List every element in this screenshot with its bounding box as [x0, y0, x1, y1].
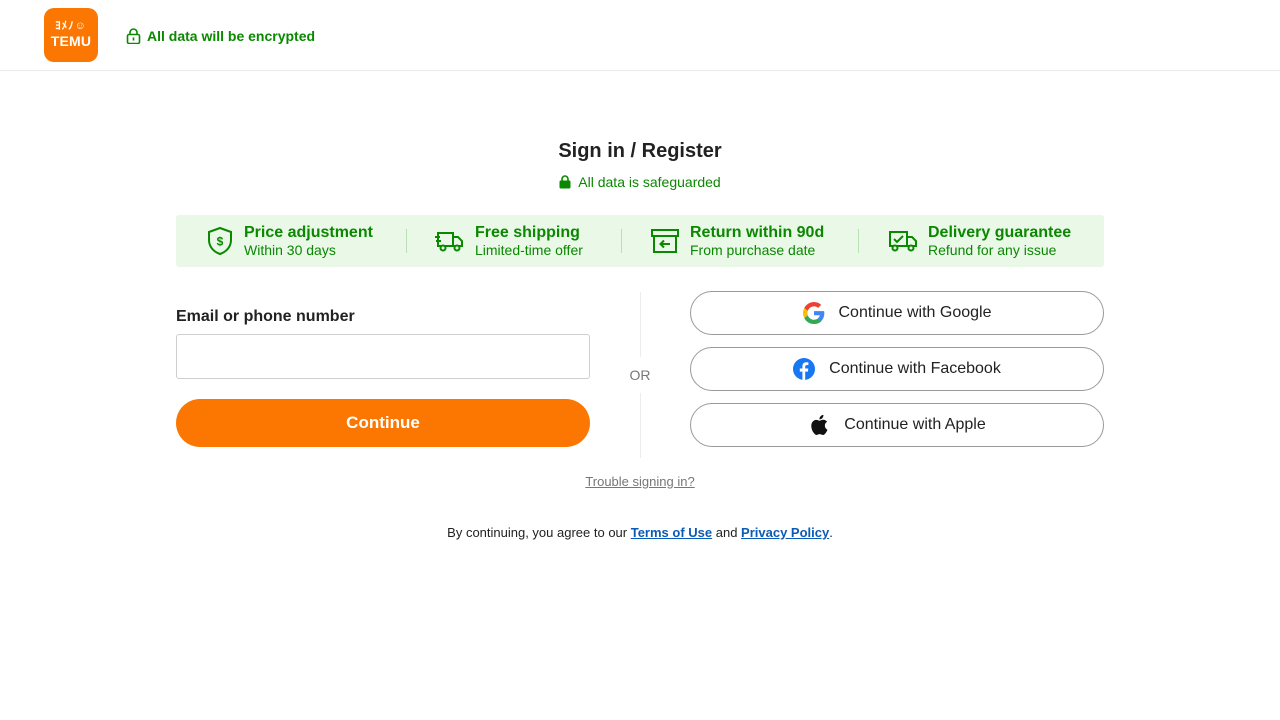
trouble-signing-in-link[interactable]: Trouble signing in?: [585, 474, 694, 489]
svg-text:$: $: [217, 235, 224, 249]
logo-wordmark: TEMU: [50, 33, 92, 49]
apple-button-label: Continue with Apple: [844, 416, 986, 433]
email-phone-input[interactable]: [176, 334, 590, 379]
benefit-subtitle: Within 30 days: [244, 242, 336, 258]
privacy-policy-link[interactable]: Privacy Policy: [741, 525, 829, 540]
logo-glyphs: ﾖﾒﾉ☺: [55, 20, 87, 32]
trouble-signing-in: Trouble signing in?: [0, 474, 1280, 489]
terms-prefix: By continuing, you agree to our: [447, 525, 631, 540]
continue-button[interactable]: Continue: [176, 399, 590, 447]
benefit-free-shipping[interactable]: Free shipping Limited-time offer: [435, 223, 583, 259]
encryption-notice: All data will be encrypted: [126, 27, 315, 45]
benefit-title: Return within 90d: [690, 224, 825, 241]
facebook-button-label: Continue with Facebook: [829, 360, 1001, 377]
apple-icon: [808, 414, 830, 436]
benefit-divider: [858, 229, 859, 253]
page-title: Sign in / Register: [558, 140, 722, 162]
facebook-icon: [793, 358, 816, 380]
benefit-return[interactable]: Return within 90d From purchase date: [650, 223, 824, 259]
benefit-price-adjustment[interactable]: $ Price adjustment Within 30 days: [206, 223, 373, 259]
lock-icon: [126, 28, 141, 44]
terms-of-use-link[interactable]: Terms of Use: [631, 525, 712, 540]
benefit-subtitle: Refund for any issue: [928, 242, 1057, 258]
or-divider-line: [640, 393, 641, 458]
continue-with-facebook-button[interactable]: Continue with Facebook: [690, 347, 1104, 391]
benefit-subtitle: From purchase date: [690, 242, 816, 258]
google-button-label: Continue with Google: [838, 304, 992, 321]
temu-logo[interactable]: ﾖﾒﾉ☺ TEMU: [44, 8, 98, 62]
benefit-delivery-guarantee[interactable]: Delivery guarantee Refund for any issue: [888, 223, 1071, 259]
google-icon: [802, 302, 825, 324]
return-box-icon: [651, 229, 679, 253]
benefit-divider: [621, 229, 622, 253]
shield-dollar-icon: $: [208, 226, 232, 256]
safeguard-text: All data is safeguarded: [578, 174, 721, 190]
benefit-title: Free shipping: [475, 224, 580, 241]
or-separator: OR: [629, 367, 651, 383]
terms-suffix: .: [829, 525, 833, 540]
or-divider-line: [640, 292, 641, 357]
terms-middle: and: [712, 525, 742, 540]
truck-check-icon: [889, 231, 917, 252]
lock-icon: [559, 175, 571, 189]
top-bar: ﾖﾒﾉ☺ TEMU All data will be encrypted: [0, 0, 1280, 71]
safeguard-notice: All data is safeguarded: [0, 174, 1280, 190]
continue-with-apple-button[interactable]: Continue with Apple: [690, 403, 1104, 447]
truck-icon: [435, 232, 463, 252]
terms-notice: By continuing, you agree to our Terms of…: [0, 525, 1280, 540]
benefit-title: Delivery guarantee: [928, 224, 1072, 241]
benefit-subtitle: Limited-time offer: [475, 242, 583, 258]
encryption-notice-text: All data will be encrypted: [147, 28, 316, 44]
benefits-bar: $ Price adjustment Within 30 days Free s…: [176, 215, 1104, 267]
email-label: Email or phone number: [176, 308, 355, 325]
benefit-title: Price adjustment: [244, 224, 373, 241]
continue-with-google-button[interactable]: Continue with Google: [690, 291, 1104, 335]
benefit-divider: [406, 229, 407, 253]
